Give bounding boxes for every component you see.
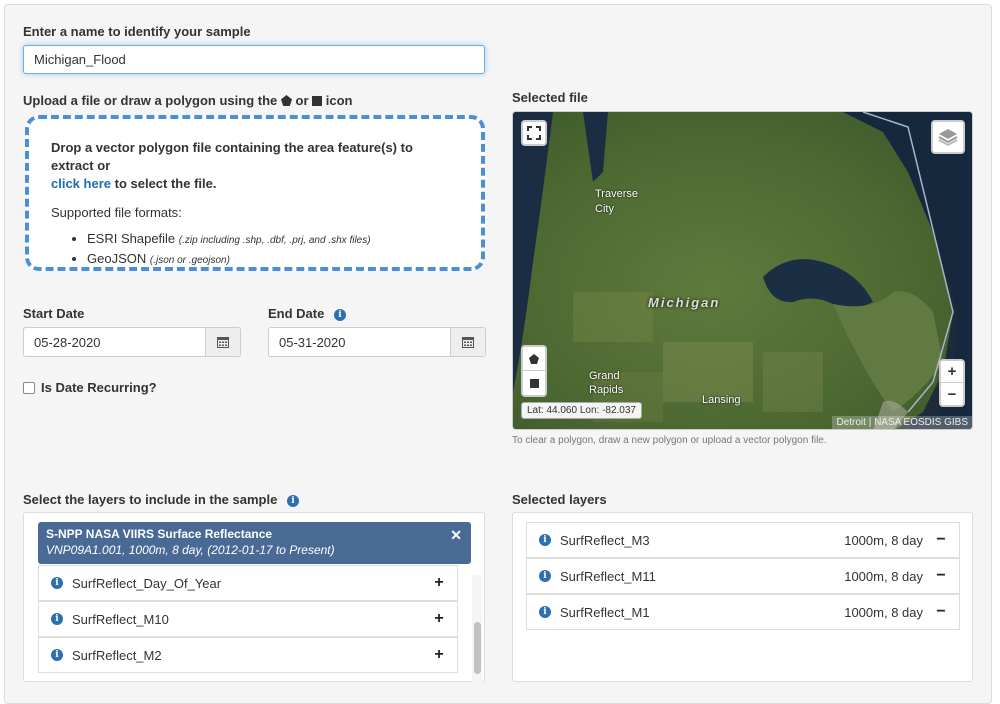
product-subtitle: VNP09A1.001, 1000m, 8 day, (2012-01-17 t… — [46, 543, 335, 557]
selected-file-label: Selected file — [512, 90, 588, 105]
remove-layer-button[interactable]: − — [935, 531, 947, 549]
recurring-label: Is Date Recurring? — [41, 380, 157, 395]
layer-resolution: 1000m, 8 day — [844, 568, 923, 584]
formats-label: Supported file formats: — [51, 205, 182, 220]
layers-label: Select the layers to include in the samp… — [23, 492, 299, 507]
remove-layer-button[interactable]: − — [935, 603, 947, 621]
layer-name: SurfReflect_M2 — [72, 647, 162, 663]
formats-list: ESRI Shapefile (.zip including .shp, .db… — [87, 230, 459, 270]
start-date-value[interactable]: 05-28-2020 — [24, 328, 205, 356]
zoom-control: + − — [939, 359, 965, 407]
map-label-lansing: Lansing — [702, 394, 741, 406]
info-icon[interactable]: i — [51, 649, 63, 661]
layer-row[interactable]: i SurfReflect_M2 + — [38, 637, 458, 673]
rectangle-icon — [312, 96, 323, 106]
layer-resolution: 1000m, 8 day — [844, 604, 923, 620]
layer-resolution: 1000m, 8 day — [844, 532, 923, 548]
add-layer-button[interactable]: + — [433, 574, 445, 592]
draw-toolbar — [521, 345, 547, 397]
add-layer-button[interactable]: + — [433, 646, 445, 664]
layers-icon[interactable] — [931, 120, 965, 154]
info-icon[interactable]: i — [539, 570, 551, 582]
upload-label: Upload a file or draw a polygon using th… — [23, 93, 353, 108]
info-icon[interactable]: i — [333, 308, 346, 321]
map-label-michigan: Michigan — [648, 295, 721, 310]
layer-name: SurfReflect_M3 — [560, 532, 650, 548]
map-view[interactable]: Traverse City Michigan Grand Rapids Lans… — [512, 111, 973, 430]
layer-row[interactable]: i SurfReflect_M10 + — [38, 601, 458, 637]
zoom-out-button[interactable]: − — [941, 383, 963, 406]
map-label-traverse: Traverse — [595, 188, 638, 200]
remove-layer-button[interactable]: − — [935, 567, 947, 585]
layer-name: SurfReflect_M11 — [560, 568, 656, 584]
sample-name-field[interactable] — [23, 45, 485, 74]
map-attribution: Detroit | NASA EOSDIS GIBS — [832, 416, 972, 429]
fullscreen-icon[interactable] — [521, 120, 547, 146]
selected-layer-row: i SurfReflect_M1 1000m, 8 day − — [526, 594, 960, 630]
info-icon[interactable]: i — [539, 534, 551, 546]
layer-row[interactable]: i SurfReflect_Day_Of_Year + — [38, 565, 458, 601]
info-icon[interactable]: i — [51, 613, 63, 625]
scrollbar-thumb[interactable] — [474, 622, 481, 674]
layer-name: SurfReflect_Day_Of_Year — [72, 575, 222, 591]
close-icon[interactable]: ✕ — [450, 527, 462, 544]
add-layer-button[interactable]: + — [433, 610, 445, 628]
map-label-city: City — [595, 203, 614, 215]
calendar-icon[interactable] — [205, 328, 240, 356]
product-title: S-NPP NASA VIIRS Surface Reflectance — [46, 527, 273, 541]
click-here-link[interactable]: click here — [51, 176, 111, 191]
file-drop-zone[interactable]: Drop a vector polygon file containing th… — [25, 115, 485, 271]
end-date-field[interactable]: 05-31-2020 — [268, 327, 486, 357]
recurring-checkbox[interactable] — [23, 382, 35, 394]
coordinate-readout: Lat: 44.060 Lon: -82.037 — [521, 402, 642, 419]
polygon-icon — [280, 95, 292, 106]
draw-rectangle-icon[interactable] — [523, 371, 545, 395]
layer-name: SurfReflect_M10 — [72, 611, 169, 627]
selected-layers-label: Selected layers — [512, 492, 607, 507]
product-header: S-NPP NASA VIIRS Surface Reflectance VNP… — [38, 522, 471, 564]
layer-name: SurfReflect_M1 — [560, 604, 650, 620]
draw-polygon-icon[interactable] — [523, 347, 545, 372]
info-icon[interactable]: i — [539, 606, 551, 618]
map-hint: To clear a polygon, draw a new polygon o… — [512, 435, 827, 446]
map-label-grand: Grand — [589, 370, 620, 382]
sample-name-label: Enter a name to identify your sample — [23, 24, 251, 39]
satellite-imagery — [513, 112, 972, 429]
start-date-field[interactable]: 05-28-2020 — [23, 327, 241, 357]
calendar-icon[interactable] — [450, 328, 485, 356]
drop-instructions: Drop a vector polygon file containing th… — [51, 140, 413, 191]
sample-name-input[interactable] — [34, 52, 474, 67]
start-date-label: Start Date — [23, 306, 85, 321]
selected-layer-row: i SurfReflect_M3 1000m, 8 day − — [526, 522, 960, 558]
info-icon[interactable]: i — [51, 577, 63, 589]
end-date-label: End Date i — [268, 306, 346, 321]
selected-layer-row: i SurfReflect_M11 1000m, 8 day − — [526, 558, 960, 594]
info-icon[interactable]: i — [286, 494, 299, 507]
zoom-in-button[interactable]: + — [941, 360, 963, 383]
format-item: ESRI Shapefile (.zip including .shp, .db… — [87, 230, 459, 250]
format-item: GeoJSON (.json or .geojson) — [87, 250, 459, 270]
end-date-value[interactable]: 05-31-2020 — [269, 328, 450, 356]
map-label-rapids: Rapids — [589, 384, 624, 396]
